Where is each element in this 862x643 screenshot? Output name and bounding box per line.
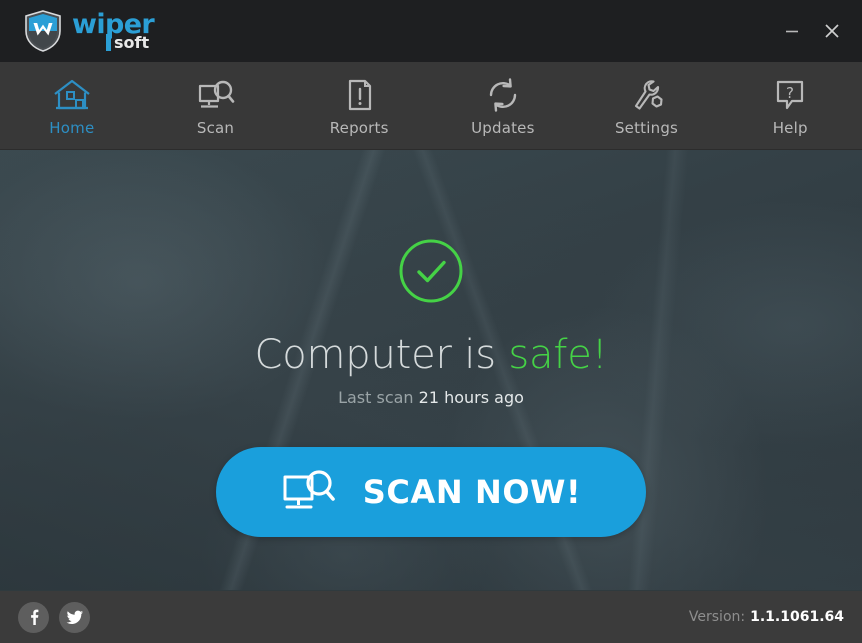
last-scan-label: Last scan [338,388,419,407]
version-label: Version: [688,609,746,625]
nav-label-updates: Updates [471,119,535,137]
wipersoft-window: wiper soft Home Scan Reports Updates Set… [0,0,862,643]
version-number: 1.1.1061.64 [750,609,844,625]
nav-label-help: Help [772,119,808,137]
scan-now-label: SCAN NOW! [362,473,582,511]
nav-label-home: Home [49,119,95,137]
nav-item-home[interactable]: Home [0,62,144,149]
close-icon [825,24,839,38]
check-circle-icon [398,238,464,304]
window-controls [776,0,848,62]
monitor-search-icon [281,468,337,516]
main-navigation: Home Scan Reports Updates Settings ? Hel… [0,62,862,150]
minimize-icon [786,30,798,33]
logo-soft-text: soft [114,32,150,52]
app-logo: wiper soft [24,10,155,52]
last-scan-value: 21 hours ago [418,388,524,407]
close-button[interactable] [816,15,848,47]
facebook-button[interactable] [18,601,49,633]
scan-now-button[interactable]: SCAN NOW! [216,447,646,537]
logo-wordmark: wiper soft [72,11,155,52]
nav-item-help[interactable]: ? Help [718,62,862,149]
minimize-button[interactable] [776,15,808,47]
nav-item-reports[interactable]: Reports [287,62,431,149]
last-scan-info: Last scan 21 hours ago [338,388,524,407]
nav-label-scan: Scan [196,119,235,137]
status-headline: Computer is safe! [255,332,608,378]
logo-accent-bar [106,34,111,51]
help-icon: ? [773,78,807,112]
facebook-icon [30,609,38,625]
twitter-button[interactable] [59,601,90,633]
nav-item-settings[interactable]: Settings [575,62,719,149]
nav-item-updates[interactable]: Updates [431,62,575,149]
shield-icon [24,10,62,52]
updates-icon [485,78,521,112]
nav-label-settings: Settings [614,119,679,137]
svg-text:?: ? [786,84,794,102]
status-prefix: Computer is [254,332,509,378]
title-bar: wiper soft [0,0,862,62]
settings-icon [629,78,665,112]
twitter-icon [66,610,83,624]
status-word: safe! [508,332,608,378]
main-content: Computer is safe! Last scan 21 hours ago… [0,150,862,590]
footer-bar: Version: 1.1.1061.64 [0,590,862,643]
social-links [18,601,90,633]
scan-icon [195,78,237,112]
version-info: Version: 1.1.1061.64 [689,609,844,625]
nav-label-reports: Reports [329,119,389,137]
reports-icon [342,78,376,112]
home-icon [51,78,93,112]
nav-item-scan[interactable]: Scan [144,62,288,149]
